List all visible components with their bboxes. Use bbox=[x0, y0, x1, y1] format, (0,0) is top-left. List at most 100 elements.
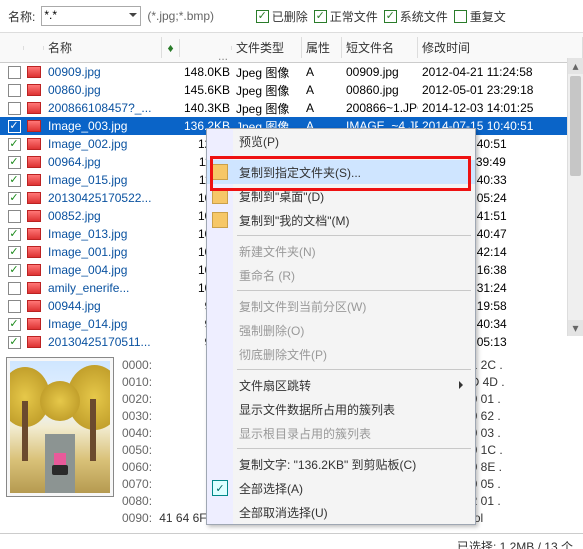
jpeg-file-icon bbox=[27, 174, 41, 186]
row-checkbox[interactable]: ✓ bbox=[8, 174, 21, 187]
menu-item: 复制文件到当前分区(W) bbox=[207, 294, 475, 318]
menu-item-label: 复制到"我的文档"(M) bbox=[239, 212, 350, 229]
th-rec[interactable]: ♦ bbox=[162, 39, 180, 57]
file-size: 148.0KB bbox=[180, 65, 232, 79]
menu-item[interactable]: 复制文字: "136.2KB" 到剪贴板(C) bbox=[207, 452, 475, 476]
file-name: Image_003.jpg bbox=[44, 119, 162, 133]
th-short[interactable]: 短文件名 bbox=[342, 37, 418, 58]
file-name: Image_014.jpg bbox=[44, 317, 162, 331]
folder-icon bbox=[212, 188, 228, 204]
jpeg-file-icon bbox=[27, 210, 41, 222]
row-checkbox[interactable]: ✓ bbox=[8, 264, 21, 277]
th-attr[interactable]: 属性 bbox=[302, 37, 342, 58]
check-icon: ✓ bbox=[212, 480, 228, 496]
th-name[interactable]: 名称 bbox=[44, 37, 162, 58]
file-attr: A bbox=[302, 83, 342, 97]
vertical-scrollbar[interactable]: ▴ ▾ bbox=[567, 58, 583, 336]
menu-item[interactable]: 全部取消选择(U) bbox=[207, 500, 475, 524]
file-type: Jpeg 图像 bbox=[232, 82, 302, 99]
menu-item: 显示根目录占用的簇列表 bbox=[207, 421, 475, 445]
scroll-thumb[interactable] bbox=[570, 76, 581, 176]
menu-item[interactable]: ✓全部选择(A) bbox=[207, 476, 475, 500]
row-checkbox[interactable]: ✓ bbox=[8, 246, 21, 259]
row-checkbox[interactable] bbox=[8, 84, 21, 97]
th-size[interactable]: ... bbox=[180, 46, 232, 50]
jpeg-file-icon bbox=[27, 120, 41, 132]
menu-item[interactable]: 显示文件数据所占用的簇列表 bbox=[207, 397, 475, 421]
file-name: amily_enerife... bbox=[44, 281, 162, 295]
row-checkbox[interactable] bbox=[8, 66, 21, 79]
file-name: Image_015.jpg bbox=[44, 173, 162, 187]
menu-item-label: 全部取消选择(U) bbox=[239, 504, 328, 521]
child-figure-icon bbox=[54, 453, 66, 471]
file-attr: A bbox=[302, 65, 342, 79]
menu-item: 重命名 (R) bbox=[207, 263, 475, 287]
file-shortname: 00860.jpg bbox=[342, 83, 418, 97]
file-name: 200866108457?_... bbox=[44, 101, 162, 115]
row-checkbox[interactable] bbox=[8, 102, 21, 115]
file-name: 00944.jpg bbox=[44, 299, 162, 313]
file-attr: A bbox=[302, 101, 342, 115]
context-menu: 预览(P) 复制到指定文件夹(S)... 复制到"桌面"(D) 复制到"我的文档"(M… bbox=[206, 128, 476, 525]
file-name: 20130425170522... bbox=[44, 191, 162, 205]
menu-item[interactable]: 复制到"桌面"(D) bbox=[207, 184, 475, 208]
file-time: 2012-04-21 11:24:58 bbox=[418, 65, 583, 79]
jpeg-file-icon bbox=[27, 336, 41, 348]
chk-system[interactable]: ✓系统文件 bbox=[384, 8, 448, 25]
status-bar: 已选择: 1.2MB / 13 个 bbox=[0, 533, 583, 549]
row-checkbox[interactable]: ✓ bbox=[8, 318, 21, 331]
file-time: 2014-12-03 14:01:25 bbox=[418, 101, 583, 115]
scroll-down-icon[interactable]: ▾ bbox=[568, 320, 583, 336]
scroll-up-icon[interactable]: ▴ bbox=[568, 58, 583, 74]
menu-item: 新建文件夹(N) bbox=[207, 239, 475, 263]
row-checkbox[interactable]: ✓ bbox=[8, 138, 21, 151]
menu-item[interactable]: 复制到"我的文档"(M) bbox=[207, 208, 475, 232]
file-name: 00860.jpg bbox=[44, 83, 162, 97]
table-row[interactable]: 00909.jpg148.0KBJpeg 图像A00909.jpg2012-04… bbox=[0, 63, 583, 81]
row-checkbox[interactable]: ✓ bbox=[8, 120, 21, 133]
row-checkbox[interactable]: ✓ bbox=[8, 192, 21, 205]
menu-item-label: 强制删除(O) bbox=[239, 322, 304, 339]
row-checkbox[interactable] bbox=[8, 210, 21, 223]
row-checkbox[interactable]: ✓ bbox=[8, 156, 21, 169]
jpeg-file-icon bbox=[27, 66, 41, 78]
jpeg-file-icon bbox=[27, 192, 41, 204]
jpeg-file-icon bbox=[27, 156, 41, 168]
file-name: Image_013.jpg bbox=[44, 227, 162, 241]
file-size: 145.6KB bbox=[180, 83, 232, 97]
jpeg-file-icon bbox=[27, 282, 41, 294]
menu-item-label: 复制文字: "136.2KB" 到剪贴板(C) bbox=[239, 456, 416, 473]
name-pattern-select[interactable]: *.* bbox=[41, 6, 141, 26]
row-checkbox[interactable]: ✓ bbox=[8, 228, 21, 241]
table-row[interactable]: 200866108457?_...140.3KBJpeg 图像A200866~1… bbox=[0, 99, 583, 117]
row-checkbox[interactable] bbox=[8, 300, 21, 313]
file-name: 20130425170511... bbox=[44, 335, 162, 349]
menu-item-label: 显示根目录占用的簇列表 bbox=[239, 425, 371, 442]
menu-item[interactable]: 预览(P) bbox=[207, 129, 475, 153]
menu-item: 彻底删除文件(P) bbox=[207, 342, 475, 366]
file-time: 2012-05-01 23:29:18 bbox=[418, 83, 583, 97]
menu-item[interactable]: 复制到指定文件夹(S)... bbox=[207, 160, 475, 184]
th-time[interactable]: 修改时间 bbox=[418, 37, 583, 58]
jpeg-file-icon bbox=[27, 264, 41, 276]
submenu-arrow-icon bbox=[459, 381, 467, 389]
chk-reset[interactable]: 重复文 bbox=[454, 8, 506, 25]
filter-bar: 名称: *.* (*.jpg;*.bmp) ✓已删除 ✓正常文件 ✓系统文件 重… bbox=[0, 0, 583, 33]
th-type[interactable]: 文件类型 bbox=[232, 37, 302, 58]
menu-item-label: 文件扇区跳转 bbox=[239, 377, 311, 394]
file-name: Image_001.jpg bbox=[44, 245, 162, 259]
file-name: 00964.jpg bbox=[44, 155, 162, 169]
menu-item[interactable]: 文件扇区跳转 bbox=[207, 373, 475, 397]
chk-deleted[interactable]: ✓已删除 bbox=[256, 8, 308, 25]
row-checkbox[interactable]: ✓ bbox=[8, 336, 21, 349]
table-row[interactable]: 00860.jpg145.6KBJpeg 图像A00860.jpg2012-05… bbox=[0, 81, 583, 99]
menu-item-label: 彻底删除文件(P) bbox=[239, 346, 327, 363]
chk-normal[interactable]: ✓正常文件 bbox=[314, 8, 378, 25]
pattern-hint: (*.jpg;*.bmp) bbox=[147, 9, 214, 23]
row-checkbox[interactable] bbox=[8, 282, 21, 295]
menu-item-label: 复制文件到当前分区(W) bbox=[239, 298, 366, 315]
file-name: Image_004.jpg bbox=[44, 263, 162, 277]
menu-item-label: 复制到指定文件夹(S)... bbox=[239, 164, 361, 181]
table-header: 名称 ♦ ... 文件类型 属性 短文件名 修改时间 bbox=[0, 33, 583, 63]
menu-item-label: 复制到"桌面"(D) bbox=[239, 188, 324, 205]
